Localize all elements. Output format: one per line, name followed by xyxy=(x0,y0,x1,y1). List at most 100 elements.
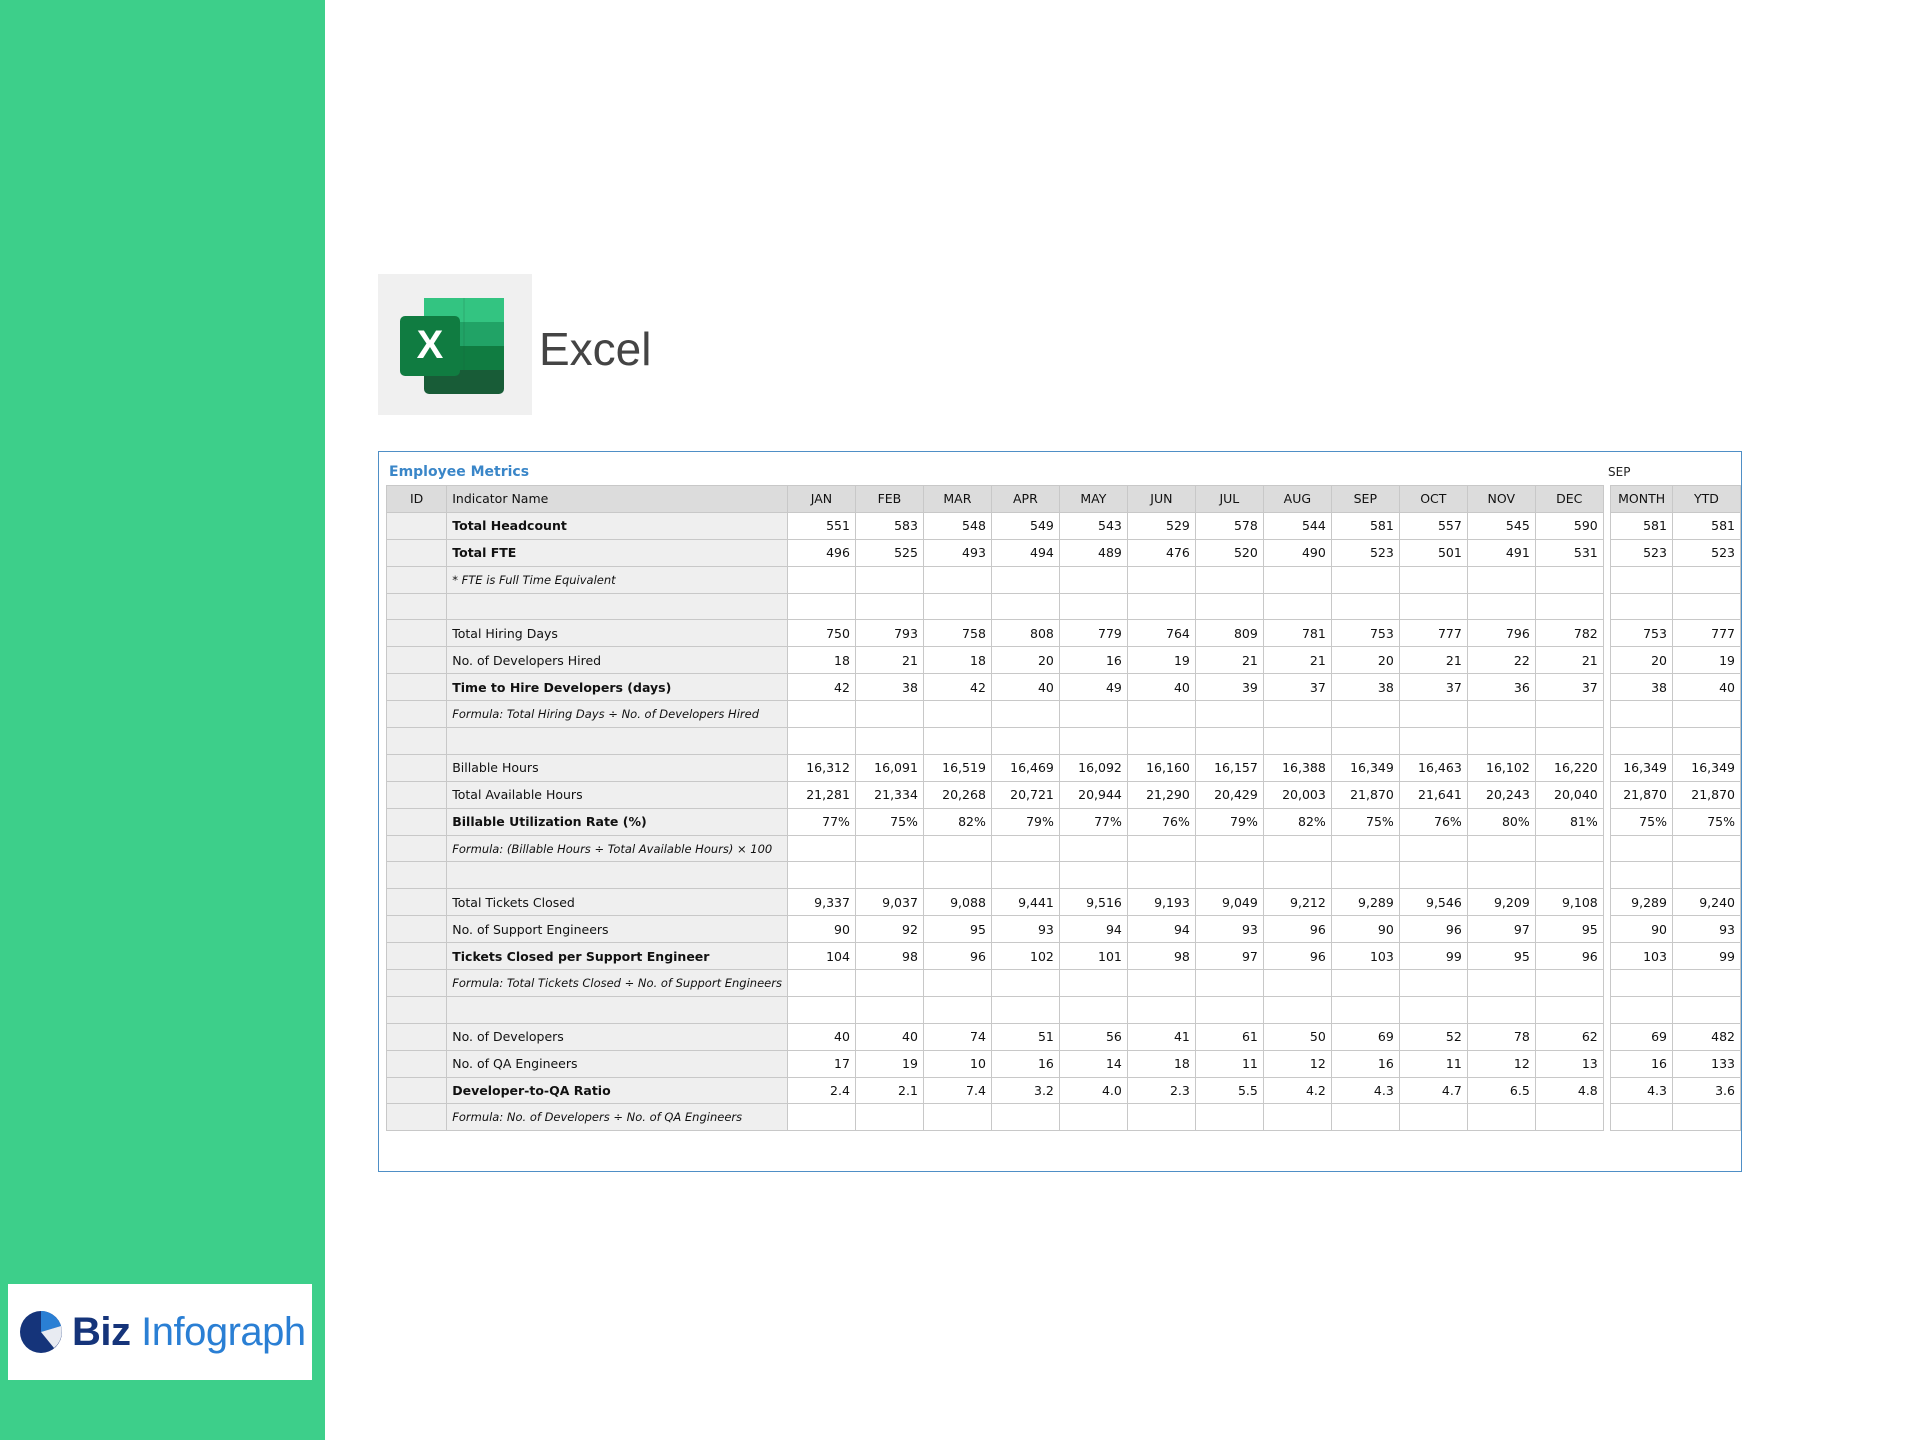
indicator-name-cell[interactable]: Billable Utilization Rate (%) xyxy=(446,807,788,836)
summary-cell[interactable]: 581 xyxy=(1610,511,1673,540)
value-cell[interactable] xyxy=(990,861,1060,890)
value-cell[interactable]: 490 xyxy=(1262,538,1332,567)
value-cell[interactable] xyxy=(1534,969,1604,997)
summary-cell[interactable]: 99 xyxy=(1671,942,1742,971)
value-cell[interactable] xyxy=(1194,565,1264,594)
value-cell[interactable]: 80% xyxy=(1466,807,1536,836)
value-cell[interactable]: 21 xyxy=(1534,646,1604,675)
value-cell[interactable]: 3.2 xyxy=(990,1076,1060,1105)
summary-cell[interactable] xyxy=(1610,700,1673,729)
value-cell[interactable]: 20 xyxy=(990,646,1060,675)
value-cell[interactable]: 95 xyxy=(1466,942,1536,971)
value-cell[interactable]: 98 xyxy=(1126,942,1196,971)
value-cell[interactable]: 12 xyxy=(1262,1049,1332,1078)
indicator-name-cell[interactable]: Time to Hire Developers (days) xyxy=(446,673,788,702)
indicator-name-cell[interactable]: Tickets Closed per Support Engineer xyxy=(446,942,788,971)
header-cell-month[interactable]: APR xyxy=(990,485,1060,513)
indicator-name-cell[interactable]: Billable Hours xyxy=(446,753,788,782)
value-cell[interactable]: 81% xyxy=(1534,807,1604,836)
value-cell[interactable] xyxy=(1126,700,1196,729)
value-cell[interactable] xyxy=(1330,834,1400,863)
indicator-name-cell[interactable]: Total Hiring Days xyxy=(446,619,788,648)
value-cell[interactable] xyxy=(922,565,992,594)
value-cell[interactable] xyxy=(854,700,924,729)
value-cell[interactable]: 94 xyxy=(1126,915,1196,944)
value-cell[interactable]: 95 xyxy=(1534,915,1604,944)
value-cell[interactable]: 61 xyxy=(1194,1022,1264,1051)
header-cell-month[interactable]: FEB xyxy=(854,485,924,513)
value-cell[interactable]: 93 xyxy=(990,915,1060,944)
value-cell[interactable]: 476 xyxy=(1126,538,1196,567)
value-cell[interactable] xyxy=(1194,700,1264,729)
value-cell[interactable] xyxy=(1262,969,1332,997)
summary-cell[interactable] xyxy=(1610,565,1673,594)
value-cell[interactable]: 523 xyxy=(1330,538,1400,567)
row-id-cell[interactable] xyxy=(385,619,448,648)
value-cell[interactable]: 808 xyxy=(990,619,1060,648)
value-cell[interactable]: 21 xyxy=(854,646,924,675)
value-cell[interactable]: 96 xyxy=(1534,942,1604,971)
header-cell-month[interactable]: AUG xyxy=(1262,485,1332,513)
row-id-cell[interactable] xyxy=(385,1022,448,1051)
value-cell[interactable]: 20,944 xyxy=(1058,780,1128,809)
value-cell[interactable]: 9,209 xyxy=(1466,888,1536,917)
value-cell[interactable]: 99 xyxy=(1398,942,1468,971)
value-cell[interactable]: 590 xyxy=(1534,511,1604,540)
value-cell[interactable]: 578 xyxy=(1194,511,1264,540)
value-cell[interactable] xyxy=(1466,834,1536,863)
value-cell[interactable]: 809 xyxy=(1194,619,1264,648)
indicator-name-cell[interactable] xyxy=(446,995,788,1024)
value-cell[interactable]: 16,160 xyxy=(1126,753,1196,782)
indicator-name-cell[interactable]: Formula: Total Tickets Closed ÷ No. of S… xyxy=(446,969,788,997)
value-cell[interactable]: 101 xyxy=(1058,942,1128,971)
value-cell[interactable] xyxy=(786,565,856,594)
summary-cell[interactable]: 753 xyxy=(1610,619,1673,648)
value-cell[interactable] xyxy=(854,1103,924,1132)
value-cell[interactable] xyxy=(1194,727,1264,755)
value-cell[interactable] xyxy=(1262,727,1332,755)
value-cell[interactable]: 20 xyxy=(1330,646,1400,675)
summary-cell[interactable]: 16,349 xyxy=(1671,753,1742,782)
summary-cell[interactable] xyxy=(1610,969,1673,997)
header-cell-name[interactable]: Indicator Name xyxy=(446,485,788,513)
value-cell[interactable]: 79% xyxy=(1194,807,1264,836)
header-cell-summary-month[interactable]: MONTH xyxy=(1610,485,1673,513)
value-cell[interactable]: 103 xyxy=(1330,942,1400,971)
summary-cell[interactable]: 482 xyxy=(1671,1022,1742,1051)
value-cell[interactable] xyxy=(1126,861,1196,890)
value-cell[interactable]: 750 xyxy=(786,619,856,648)
value-cell[interactable]: 2.1 xyxy=(854,1076,924,1105)
value-cell[interactable]: 14 xyxy=(1058,1049,1128,1078)
summary-cell[interactable]: 20 xyxy=(1610,646,1673,675)
summary-cell[interactable]: 38 xyxy=(1610,673,1673,702)
value-cell[interactable] xyxy=(990,995,1060,1024)
summary-cell[interactable]: 19 xyxy=(1671,646,1742,675)
value-cell[interactable]: 753 xyxy=(1330,619,1400,648)
value-cell[interactable] xyxy=(786,727,856,755)
value-cell[interactable] xyxy=(1126,727,1196,755)
value-cell[interactable]: 10 xyxy=(922,1049,992,1078)
summary-cell[interactable] xyxy=(1610,1103,1673,1132)
value-cell[interactable]: 21 xyxy=(1398,646,1468,675)
value-cell[interactable]: 764 xyxy=(1126,619,1196,648)
value-cell[interactable]: 19 xyxy=(1126,646,1196,675)
summary-cell[interactable] xyxy=(1671,700,1742,729)
value-cell[interactable] xyxy=(922,592,992,621)
value-cell[interactable] xyxy=(1534,565,1604,594)
row-id-cell[interactable] xyxy=(385,727,448,755)
indicator-name-cell[interactable]: Total Tickets Closed xyxy=(446,888,788,917)
value-cell[interactable]: 17 xyxy=(786,1049,856,1078)
value-cell[interactable] xyxy=(1398,700,1468,729)
value-cell[interactable] xyxy=(786,969,856,997)
value-cell[interactable] xyxy=(1534,995,1604,1024)
value-cell[interactable]: 758 xyxy=(922,619,992,648)
value-cell[interactable]: 545 xyxy=(1466,511,1536,540)
value-cell[interactable]: 18 xyxy=(922,646,992,675)
value-cell[interactable] xyxy=(990,969,1060,997)
value-cell[interactable] xyxy=(1534,861,1604,890)
value-cell[interactable]: 37 xyxy=(1534,673,1604,702)
row-id-cell[interactable] xyxy=(385,538,448,567)
value-cell[interactable]: 501 xyxy=(1398,538,1468,567)
value-cell[interactable]: 37 xyxy=(1262,673,1332,702)
value-cell[interactable] xyxy=(786,700,856,729)
